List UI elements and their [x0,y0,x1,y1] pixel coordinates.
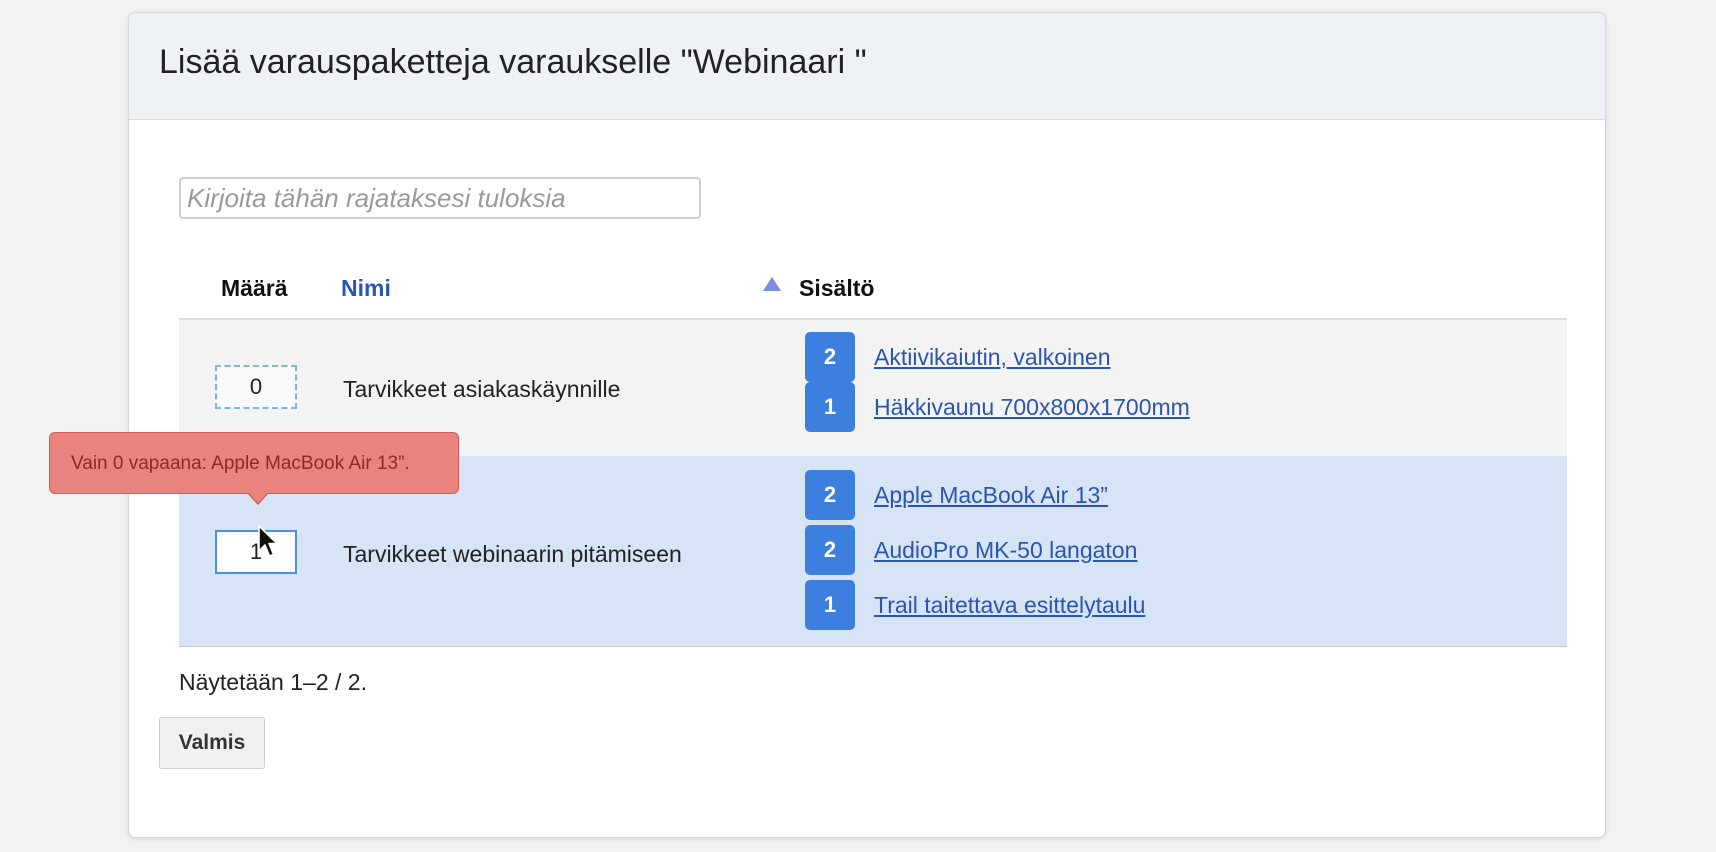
packages-table: Määrä Nimi Sisältö Tarvikkeet asiakaskäy… [179,263,1567,647]
column-header-quantity: Määrä [221,275,288,301]
availability-error-tooltip: Vain 0 vapaana: Apple MacBook Air 13”. [49,432,459,505]
item-count-badge: 2 [805,470,855,520]
tooltip-arrow [247,492,269,505]
quantity-input[interactable] [215,365,297,409]
dialog-header: Lisää varauspaketteja varaukselle "Webin… [129,13,1605,120]
item-count-badge: 1 [805,382,855,432]
item-count-badge: 1 [805,580,855,630]
item-link[interactable]: Aktiivikaiutin, valkoinen [874,344,1111,371]
filter-search-input[interactable] [179,177,701,219]
package-name: Tarvikkeet webinaarin pitämiseen [343,541,682,567]
item-link[interactable]: Trail taitettava esittelytaulu [874,592,1145,619]
add-packages-dialog: Lisää varauspaketteja varaukselle "Webin… [128,12,1606,838]
column-header-contents: Sisältö [799,275,875,301]
pagination-summary: Näytetään 1–2 / 2. [179,669,367,695]
done-button[interactable]: Valmis [159,717,265,769]
table-header: Määrä Nimi Sisältö [179,263,1567,320]
package-name: Tarvikkeet asiakaskäynnille [343,376,621,402]
item-link[interactable]: AudioPro MK-50 langaton [874,537,1137,564]
column-header-name[interactable]: Nimi [341,275,391,302]
item-count-badge: 2 [805,332,855,382]
dialog-title: Lisää varauspaketteja varaukselle "Webin… [159,43,867,81]
item-count-badge: 2 [805,525,855,575]
quantity-input[interactable] [215,530,297,574]
item-link[interactable]: Häkkivaunu 700x800x1700mm [874,394,1190,421]
item-link[interactable]: Apple MacBook Air 13” [874,482,1108,509]
sort-ascending-icon[interactable] [763,277,781,291]
tooltip-text: Vain 0 vapaana: Apple MacBook Air 13”. [71,453,410,474]
